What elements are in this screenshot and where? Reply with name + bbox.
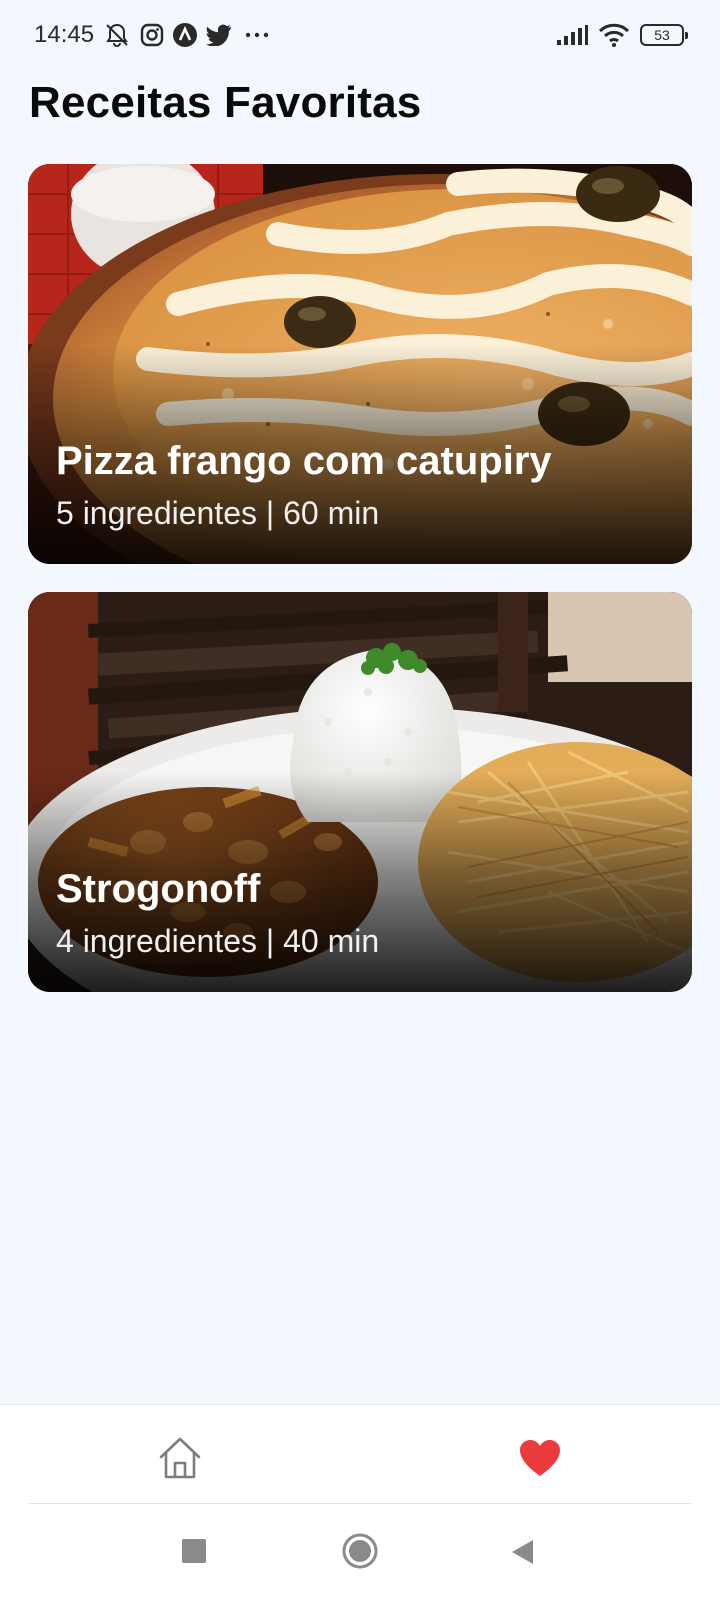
recipe-title: Pizza frango com catupiry xyxy=(56,439,552,483)
battery-icon: 53 xyxy=(640,24,688,46)
status-time: 14:45 xyxy=(34,21,95,48)
home-icon xyxy=(159,1437,201,1479)
mute-bell-icon xyxy=(102,22,132,48)
status-bar: 14:45 53 xyxy=(0,0,720,70)
app-screen: 14:45 53 Receitas Favoritas Pizza frango… xyxy=(0,0,720,1600)
twitter-icon xyxy=(206,24,232,46)
status-left: 14:45 xyxy=(34,21,274,49)
system-nav-bar xyxy=(0,1504,720,1600)
back-button[interactable] xyxy=(508,1537,536,1567)
instagram-icon xyxy=(140,23,164,47)
recipe-meta: 4 ingredientes | 40 min xyxy=(56,923,380,959)
nav-app-icon xyxy=(172,22,198,48)
wifi-icon xyxy=(598,22,630,48)
recipe-card-pizza[interactable]: Pizza frango com catupiry 5 ingredientes… xyxy=(28,164,692,564)
nav-home-button[interactable] xyxy=(154,1433,206,1483)
page-title: Receitas Favoritas xyxy=(29,78,422,127)
signal-icon xyxy=(556,24,588,46)
back-triangle-icon xyxy=(512,1540,533,1564)
recipe-meta: 5 ingredientes | 60 min xyxy=(56,495,380,531)
nav-favorites-button[interactable] xyxy=(514,1433,566,1483)
recents-button[interactable] xyxy=(180,1537,208,1565)
more-dots-icon xyxy=(240,30,274,40)
recipe-card-strogonoff[interactable]: Strogonoff 4 ingredientes | 40 min xyxy=(28,592,692,992)
recents-icon xyxy=(182,1539,206,1563)
home-circle-icon xyxy=(342,1533,378,1569)
battery-level: 53 xyxy=(654,27,670,43)
status-right: 53 xyxy=(556,22,688,48)
heart-icon xyxy=(520,1440,560,1476)
bottom-nav xyxy=(0,1404,720,1504)
recipe-title: Strogonoff xyxy=(56,867,261,911)
home-button[interactable] xyxy=(341,1532,379,1570)
